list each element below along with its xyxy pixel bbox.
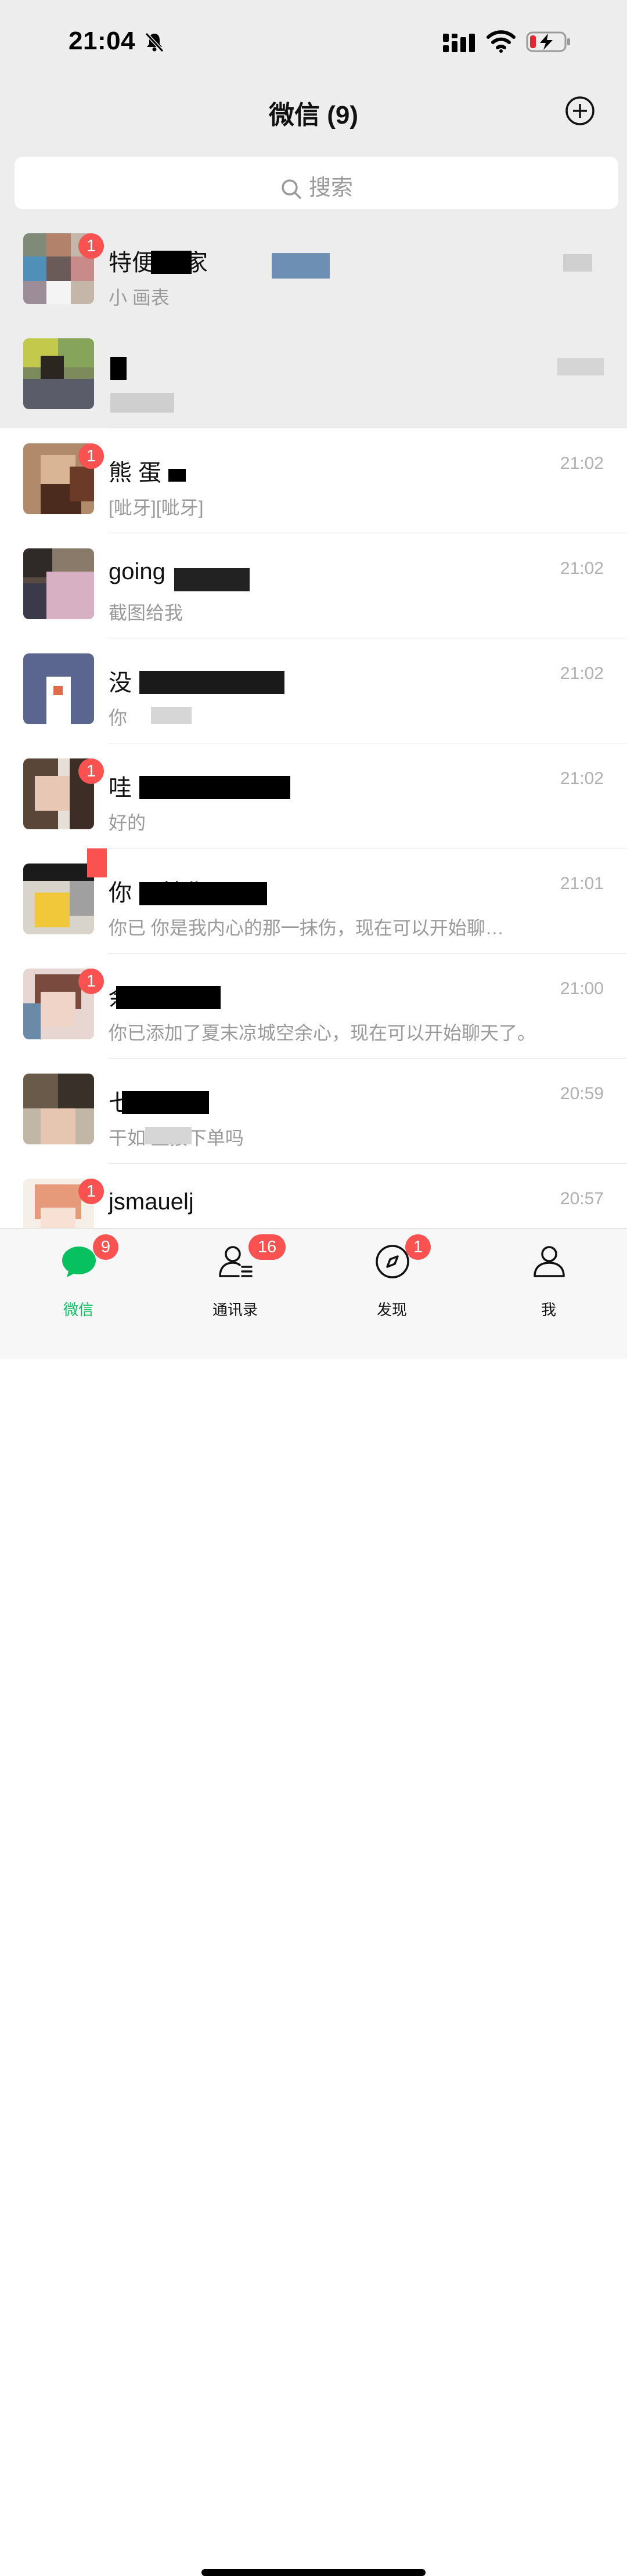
tab-discover[interactable]: 1 发现 [314,1229,470,1318]
redaction-block [122,1091,209,1114]
chat-preview: [呲牙][呲牙] [109,497,204,518]
redaction-block [272,253,330,279]
status-bar: 21:04 [0,0,627,81]
chat-time: 21:00 [560,979,604,998]
chat-row[interactable]: 没 转 你 21:02 [0,638,627,743]
redaction-block [139,671,284,694]
redaction-block [151,707,192,724]
home-indicator [201,2569,426,2576]
redaction-block [145,1127,192,1144]
avatar [23,653,94,724]
tab-bar: 9 微信 16 通讯录 1 发现 我 [0,1228,627,2576]
chat-row[interactable]: 七 干如 直接下单吗 20:59 [0,1058,627,1164]
redaction-block [174,568,250,591]
chat-time: 21:02 [560,559,604,578]
search-input[interactable]: 搜索 [15,157,618,209]
avatar [23,1074,94,1144]
chat-name: going [109,559,165,584]
avatar [23,548,94,619]
page-title: 微信 (9) [269,101,358,129]
chat-preview: 截图给我 [109,602,183,623]
nav-bar: 微信 (9) [0,81,627,157]
chat-time: 20:59 [560,1084,604,1103]
chat-time: 21:02 [560,769,604,788]
tab-label: 微信 [63,1301,93,1318]
redaction-block [110,393,174,413]
unread-badge: 1 [78,443,104,469]
chat-time: 20:57 [560,1189,604,1208]
tab-badge: 9 [93,1234,118,1260]
redaction-block [110,357,127,380]
chat-preview: 好的 [109,812,146,833]
battery-charging-icon [526,31,570,52]
chat-row[interactable]: 1 jsmauelj 20:57 [0,1164,627,1228]
chat-row[interactable]: 1 余心 你已添加了夏末凉城空余心，现在可以开始聊天了。 21:00 [0,953,627,1058]
redaction-block [87,848,107,877]
person-icon [534,1246,565,1277]
chat-name: 熊 蛋 [109,460,162,486]
tab-label: 发现 [376,1301,407,1318]
search-icon [282,179,301,199]
chat-row[interactable]: 1 熊 蛋 [呲牙][呲牙] 21:02 [0,428,627,533]
chat-time: 21:01 [560,874,604,893]
redaction-block [151,251,192,274]
status-time: 21:04 [69,27,136,55]
chat-time: 21:02 [560,454,604,473]
chat-name: jsmauelj [109,1189,194,1215]
chat-preview: 小 画表 [109,287,170,308]
chat-preview: 你已添加了夏末凉城空余心，现在可以开始聊天了。 [109,1023,536,1043]
search-area: 搜索 [0,157,627,218]
tab-contacts[interactable]: 16 通讯录 [157,1229,314,1318]
bell-muted-icon [145,32,164,53]
cellular-signal-icon [443,34,475,52]
tab-label: 通讯录 [212,1301,258,1318]
chat-preview: 你已 你是我内心的那一抹伤，现在可以开始聊… [109,917,504,938]
redaction-block [563,254,592,272]
unread-badge: 1 [78,1179,104,1204]
redaction-block [139,776,290,799]
chat-row[interactable]: 1 哇 好的 21:02 [0,743,627,848]
unread-badge: 1 [78,233,104,259]
redaction-block [116,986,221,1009]
chat-row[interactable] [0,323,627,428]
wifi-icon [487,30,516,53]
unread-badge: 1 [78,758,104,784]
redaction-block [139,882,267,905]
search-placeholder: 搜索 [308,176,353,200]
avatar [23,338,94,409]
unread-badge: 1 [78,969,104,994]
chat-row[interactable]: 1 特便 商家 小 画表 [0,218,627,323]
chat-bubble-icon [62,1247,96,1277]
avatar [23,864,94,934]
tab-label: 我 [540,1301,556,1318]
tab-badge: 16 [248,1234,286,1260]
redaction-block [168,469,186,482]
tab-me[interactable]: 我 [470,1229,627,1318]
chat-list: 1 特便 商家 小 画表 1 熊 蛋 [呲牙][呲牙 [0,218,627,1228]
tab-chats[interactable]: 9 微信 [0,1229,157,1318]
tab-badge: 1 [405,1234,431,1260]
chat-time: 21:02 [560,664,604,683]
plus-circle-icon[interactable] [564,95,596,127]
chat-row[interactable]: going 截图给我 21:02 [0,533,627,638]
redaction-block [557,358,604,375]
chat-name: 哇 [109,775,132,801]
chat-row[interactable]: 你 一抹伤 你已 你是我内心的那一抹伤，现在可以开始聊… 21:01 [0,848,627,953]
